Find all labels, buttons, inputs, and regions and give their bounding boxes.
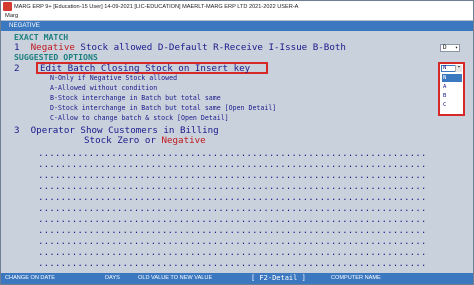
setting-2-option-b: B-Stock interchange in Batch but total s… <box>50 94 221 102</box>
empty-row: ........................................… <box>38 203 427 214</box>
setting-2-option-d: D-Stock interchange in Batch but total s… <box>50 104 277 112</box>
status-bar: CHANGE ON DATE DAYS OLD VALUE TO NEW VAL… <box>1 273 473 284</box>
menu-bar: Marg <box>1 12 473 21</box>
status-computer-name: COMPUTER NAME <box>331 275 381 281</box>
setting-1-label: Stock allowed D-Default R-Receive I-Issu… <box>74 42 346 53</box>
setting-2-number: 2 <box>14 63 20 74</box>
f2-detail-button[interactable]: [ F2-Detail ] <box>251 274 306 282</box>
empty-row: ........................................… <box>38 192 427 203</box>
setting-1-value: D <box>443 44 447 51</box>
dropdown-option-b[interactable]: B <box>442 92 462 100</box>
title-bar: MARG ERP 9+ [Education-15 User] 14-09-20… <box>1 1 473 12</box>
section-tab-bar: NEGATIVE <box>1 21 473 31</box>
setting-3-line2-negative: Negative <box>161 135 206 146</box>
status-days: DAYS <box>105 275 120 281</box>
window-title: MARG ERP 9+ [Education-15 User] 14-09-20… <box>14 3 299 10</box>
dropdown-option-c[interactable]: C <box>442 101 462 109</box>
menu-item-marg[interactable]: Marg <box>5 13 18 19</box>
setting-2-dropdown[interactable]: N ▾ N A B C <box>438 62 465 116</box>
status-old-to-new: OLD VALUE TO NEW VALUE <box>138 275 213 281</box>
setting-2-label[interactable]: Edit Batch Closing Stock on Insert key <box>40 63 250 74</box>
tab-negative[interactable]: NEGATIVE <box>9 22 40 29</box>
setting-2-option-n: N-Only if Negative Stock allowed <box>50 74 178 82</box>
setting-2-value: N <box>443 65 447 71</box>
empty-row: ........................................… <box>38 236 427 247</box>
app-logo-icon <box>3 2 12 11</box>
setting-2-option-c: C-Allow to change batch & stock [Open De… <box>50 114 229 122</box>
settings-panel: EXACT MATCH 1 Negative Stock allowed D-D… <box>5 32 469 272</box>
empty-row: ........................................… <box>38 148 427 159</box>
dropdown-arrow-icon[interactable]: ▾ <box>455 65 462 72</box>
setting-3-line2-prefix: Stock Zero or <box>84 135 162 146</box>
empty-row: ........................................… <box>38 258 427 269</box>
exact-match-heading: EXACT MATCH <box>14 32 69 42</box>
status-change-on-date: CHANGE ON DATE <box>5 275 55 281</box>
suggested-options-heading: SUGGESTED OPTIONS <box>14 52 98 62</box>
setting-3-number: 3 <box>14 125 20 136</box>
setting-1-value-select[interactable]: D ▾ <box>440 44 460 52</box>
empty-row: ........................................… <box>38 214 427 225</box>
dropdown-option-a[interactable]: A <box>442 83 462 91</box>
empty-row: ........................................… <box>38 225 427 236</box>
empty-row: ........................................… <box>38 181 427 192</box>
empty-row: ........................................… <box>38 247 427 258</box>
app-window: MARG ERP 9+ [Education-15 User] 14-09-20… <box>0 0 474 285</box>
empty-row: ........................................… <box>38 170 427 181</box>
empty-row: ........................................… <box>38 159 427 170</box>
dropdown-option-n[interactable]: N <box>442 74 462 82</box>
setting-3-line2: Stock Zero or Negative <box>84 135 206 146</box>
setting-2-option-a: A-Allowed without condition <box>50 84 158 92</box>
dropdown-arrow-icon: ▾ <box>454 45 458 51</box>
